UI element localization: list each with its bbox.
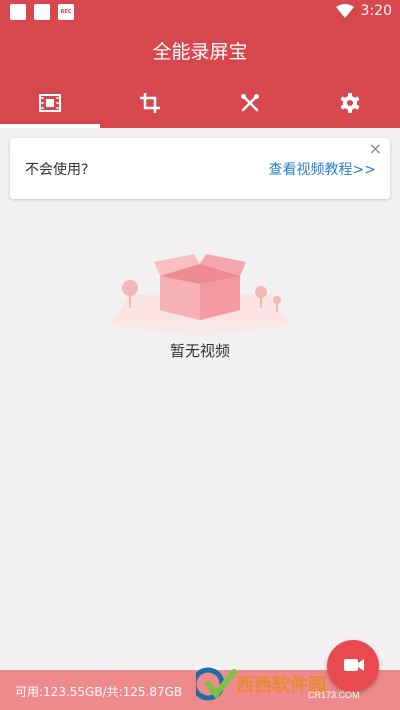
wifi-icon [335,4,354,18]
notification-icon [10,4,26,20]
tab-crop[interactable] [100,78,200,128]
record-badge-icon: REC [58,4,74,20]
help-card: 不会使用? 查看视频教程>> × [10,138,390,199]
watermark-logo: 西西软件园 CR173.COM [196,667,360,701]
gear-icon [340,93,360,113]
close-icon[interactable]: × [369,141,382,157]
tools-icon [241,94,259,112]
watermark-icon [196,667,237,701]
app-title: 全能录屏宝 [0,26,400,78]
clock: 3:20 [360,3,392,19]
tab-bar [0,78,400,128]
tab-settings[interactable] [300,78,400,128]
video-icon [39,94,61,112]
status-bar: REC 3:20 [0,0,400,26]
notification-icon [34,4,50,20]
watermark-domain: CR173.COM [308,690,360,700]
empty-box-illustration [110,254,290,334]
empty-state-text: 暂无视频 [169,342,230,360]
tab-tools[interactable] [200,78,300,128]
video-tutorial-link[interactable]: 查看视频教程>> [269,159,376,179]
help-question: 不会使用? [25,162,89,178]
notification-icons: REC [10,4,74,20]
tab-videos[interactable] [0,78,100,128]
crop-icon [140,93,160,113]
storage-info: 可用:123.55GB/共:125.87GB [15,685,183,699]
